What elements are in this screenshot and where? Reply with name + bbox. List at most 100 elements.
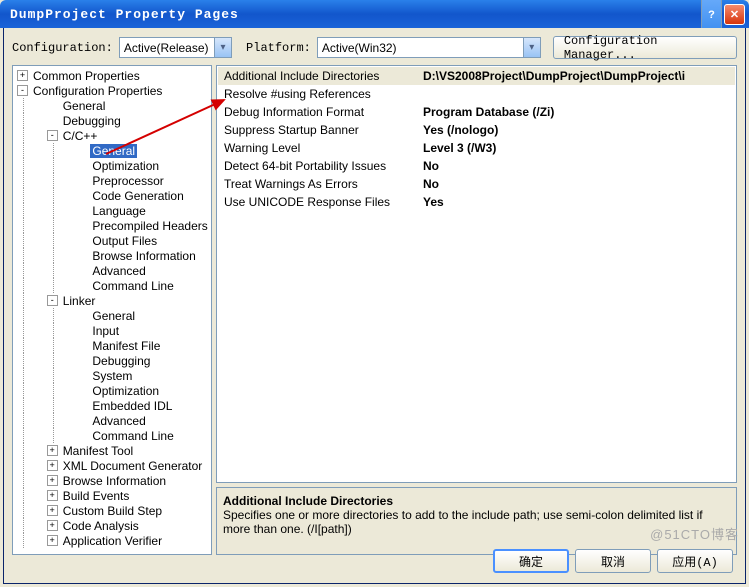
tree-label[interactable]: Linker — [61, 294, 98, 308]
platform-combo[interactable]: Active(Win32) — [317, 37, 541, 58]
property-value[interactable]: Yes — [423, 195, 735, 209]
expand-icon[interactable]: + — [47, 520, 58, 531]
property-value[interactable]: No — [423, 177, 735, 191]
tree-label[interactable]: General — [90, 144, 137, 158]
property-value[interactable]: Yes (/nologo) — [423, 123, 735, 137]
tree-label[interactable]: Debugging — [90, 354, 152, 368]
expand-icon[interactable]: + — [47, 445, 58, 456]
tree-node[interactable]: +Code Analysis — [13, 518, 211, 533]
tree-node[interactable]: Advanced — [13, 263, 211, 278]
tree-node[interactable]: Manifest File — [13, 338, 211, 353]
ok-button[interactable]: 确定 — [493, 549, 569, 573]
collapse-icon[interactable]: - — [47, 295, 58, 306]
expand-icon[interactable]: + — [47, 535, 58, 546]
property-value[interactable]: D:\VS2008Project\DumpProject\DumpProject… — [423, 69, 735, 83]
tree-node[interactable]: +Browse Information — [13, 473, 211, 488]
tree-label[interactable]: Build Events — [61, 489, 132, 503]
tree-node[interactable]: -C/C++ — [13, 128, 211, 143]
configuration-combo[interactable]: Active(Release) — [119, 37, 232, 58]
property-row[interactable]: Resolve #using References — [218, 85, 735, 103]
tree-node[interactable]: Debugging — [13, 113, 211, 128]
property-grid[interactable]: Additional Include DirectoriesD:\VS2008P… — [216, 65, 737, 483]
tree-node[interactable]: +Application Verifier — [13, 533, 211, 548]
chevron-down-icon[interactable] — [523, 38, 540, 57]
property-row[interactable]: Debug Information FormatProgram Database… — [218, 103, 735, 121]
tree-label[interactable]: Code Analysis — [61, 519, 141, 533]
property-value[interactable]: Program Database (/Zi) — [423, 105, 735, 119]
tree-label[interactable]: Application Verifier — [61, 534, 164, 548]
tree-label[interactable]: Code Generation — [90, 189, 185, 203]
tree-label[interactable]: Manifest File — [90, 339, 162, 353]
tree-node[interactable]: -Configuration Properties — [13, 83, 211, 98]
tree-node[interactable]: +Build Events — [13, 488, 211, 503]
tree-node[interactable]: Language — [13, 203, 211, 218]
tree-label[interactable]: General — [90, 309, 137, 323]
apply-button[interactable]: 应用(A) — [657, 549, 733, 573]
tree-label[interactable]: Custom Build Step — [61, 504, 164, 518]
tree-label[interactable]: Command Line — [90, 429, 175, 443]
tree-label[interactable]: Advanced — [90, 414, 147, 428]
tree-label[interactable]: Configuration Properties — [31, 84, 164, 98]
property-value[interactable]: Level 3 (/W3) — [423, 141, 735, 155]
tree-label[interactable]: Browse Information — [90, 249, 197, 263]
tree-node[interactable]: System — [13, 368, 211, 383]
tree-node[interactable]: Advanced — [13, 413, 211, 428]
expand-icon[interactable]: + — [47, 490, 58, 501]
property-row[interactable]: Additional Include DirectoriesD:\VS2008P… — [218, 67, 735, 85]
tree-node[interactable]: +Manifest Tool — [13, 443, 211, 458]
property-row[interactable]: Treat Warnings As ErrorsNo — [218, 175, 735, 193]
tree-label[interactable]: Manifest Tool — [61, 444, 135, 458]
tree-label[interactable]: Input — [90, 324, 121, 338]
tree-node[interactable]: General — [13, 98, 211, 113]
tree-node[interactable]: Precompiled Headers — [13, 218, 211, 233]
tree-node[interactable]: Embedded IDL — [13, 398, 211, 413]
expand-icon[interactable]: + — [47, 475, 58, 486]
tree-label[interactable]: C/C++ — [61, 129, 100, 143]
expand-icon[interactable]: + — [17, 70, 28, 81]
property-tree[interactable]: +Common Properties-Configuration Propert… — [12, 65, 212, 555]
tree-label[interactable]: Command Line — [90, 279, 175, 293]
tree-label[interactable]: XML Document Generator — [61, 459, 205, 473]
tree-node[interactable]: Optimization — [13, 158, 211, 173]
expand-icon[interactable]: + — [47, 505, 58, 516]
tree-node[interactable]: Input — [13, 323, 211, 338]
cancel-button[interactable]: 取消 — [575, 549, 651, 573]
tree-node[interactable]: Command Line — [13, 278, 211, 293]
tree-node[interactable]: Preprocessor — [13, 173, 211, 188]
expand-icon[interactable]: + — [47, 460, 58, 471]
property-row[interactable]: Detect 64-bit Portability IssuesNo — [218, 157, 735, 175]
collapse-icon[interactable]: - — [17, 85, 28, 96]
tree-node[interactable]: Command Line — [13, 428, 211, 443]
tree-node[interactable]: Browse Information — [13, 248, 211, 263]
tree-label[interactable]: Embedded IDL — [90, 399, 174, 413]
property-value[interactable]: No — [423, 159, 735, 173]
tree-label[interactable]: Debugging — [61, 114, 123, 128]
close-button[interactable]: ✕ — [724, 4, 745, 25]
property-row[interactable]: Use UNICODE Response FilesYes — [218, 193, 735, 211]
tree-label[interactable]: Optimization — [90, 159, 161, 173]
chevron-down-icon[interactable] — [214, 38, 231, 57]
tree-label[interactable]: Precompiled Headers — [90, 219, 209, 233]
tree-label[interactable]: Optimization — [90, 384, 161, 398]
tree-label[interactable]: Output Files — [90, 234, 159, 248]
tree-label[interactable]: Common Properties — [31, 69, 142, 83]
tree-node[interactable]: Debugging — [13, 353, 211, 368]
tree-node[interactable]: General — [13, 143, 211, 158]
collapse-icon[interactable]: - — [47, 130, 58, 141]
property-row[interactable]: Warning LevelLevel 3 (/W3) — [218, 139, 735, 157]
tree-node[interactable]: -Linker — [13, 293, 211, 308]
tree-node[interactable]: General — [13, 308, 211, 323]
tree-node[interactable]: Code Generation — [13, 188, 211, 203]
tree-label[interactable]: Advanced — [90, 264, 147, 278]
tree-label[interactable]: General — [61, 99, 108, 113]
tree-label[interactable]: Preprocessor — [90, 174, 165, 188]
tree-label[interactable]: Browse Information — [61, 474, 168, 488]
tree-node[interactable]: Optimization — [13, 383, 211, 398]
tree-label[interactable]: Language — [90, 204, 147, 218]
tree-node[interactable]: +Custom Build Step — [13, 503, 211, 518]
tree-label[interactable]: System — [90, 369, 134, 383]
configuration-manager-button[interactable]: Configuration Manager... — [553, 36, 737, 59]
tree-node[interactable]: +Common Properties — [13, 68, 211, 83]
property-row[interactable]: Suppress Startup BannerYes (/nologo) — [218, 121, 735, 139]
tree-node[interactable]: +XML Document Generator — [13, 458, 211, 473]
